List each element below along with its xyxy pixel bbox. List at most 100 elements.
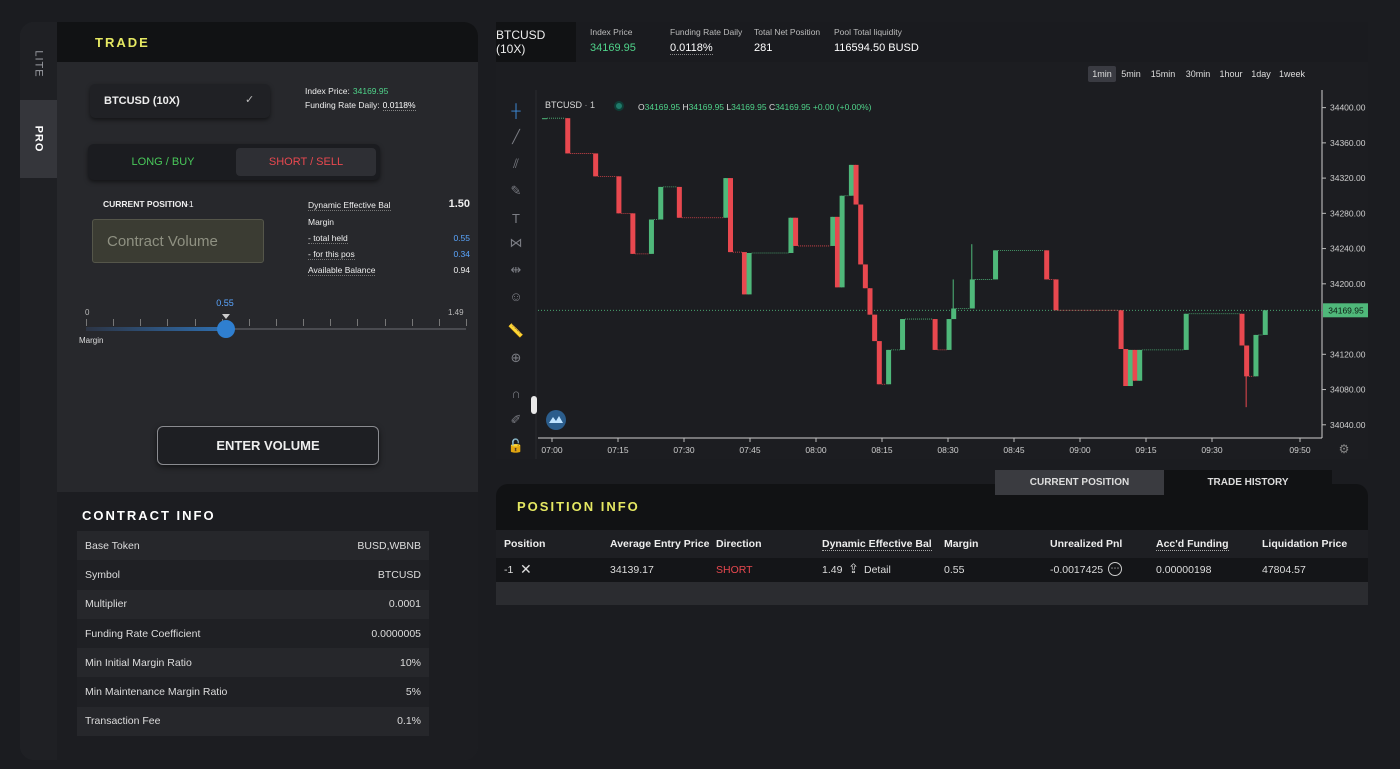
- available-balance-value: 0.94: [453, 265, 470, 275]
- dynamic-balance-value: 1.50: [448, 198, 470, 210]
- timeframe-1day[interactable]: 1day: [1250, 66, 1272, 82]
- slider-pointer-icon: [222, 314, 231, 319]
- timeframe-1min[interactable]: 1min: [1088, 66, 1116, 82]
- pair-select[interactable]: BTCUSD (10X) ✓: [90, 84, 270, 118]
- stat-value: 116594.50 BUSD: [834, 42, 919, 54]
- this-pos-value: 0.34: [453, 249, 470, 259]
- slider-tick: [303, 319, 305, 326]
- tab-current-position[interactable]: CURRENT POSITION: [995, 470, 1164, 495]
- candlestick-chart[interactable]: 34400.00 34360.00 34320.00 34280.00 34240.00…: [496, 62, 1368, 459]
- lock-drawing-icon[interactable]: ✐: [507, 411, 525, 429]
- emoji-icon[interactable]: ☺: [507, 287, 525, 305]
- magnet-icon[interactable]: ∩: [507, 384, 525, 402]
- row-label: Funding Rate Coefficient: [85, 627, 201, 640]
- funding-rate-mini-value: 0.0118%: [382, 100, 416, 111]
- ohlc-readout: O34169.95 H34169.95 L34169.95 C34169.95 …: [638, 102, 872, 112]
- toolbar-collapse-handle: [531, 396, 537, 414]
- ruler-icon[interactable]: 📏: [507, 322, 525, 340]
- total-held-value: 0.55: [453, 233, 470, 243]
- slider-tick: [466, 319, 467, 326]
- lock-icon[interactable]: 🔓: [507, 437, 525, 455]
- fib-tool-icon[interactable]: ⫽: [507, 155, 525, 173]
- last-price-label: 34169.95: [1328, 305, 1364, 315]
- y-tick-label: 34200.00: [1330, 279, 1366, 289]
- candle-body: [658, 186, 664, 220]
- trend-line-icon[interactable]: ╱: [507, 128, 525, 146]
- table-row: Symbol BTCUSD: [77, 560, 429, 590]
- col-accd-funding: Acc'd Funding: [1156, 538, 1229, 551]
- slider-tick: [276, 319, 277, 326]
- close-position-icon[interactable]: ✕: [520, 561, 532, 578]
- margin-slider-handle[interactable]: [217, 320, 236, 338]
- long-buy-button[interactable]: LONG / BUY: [92, 148, 234, 176]
- short-sell-button[interactable]: SHORT / SELL: [236, 148, 376, 176]
- slider-tick: [330, 319, 332, 326]
- position-info-title: POSITION INFO: [517, 499, 640, 514]
- side-toggle: LONG / BUY SHORT / SELL: [88, 144, 380, 180]
- avg-entry-value: 34139.17: [610, 564, 654, 576]
- contract-volume-input[interactable]: [92, 219, 264, 263]
- detail-link[interactable]: Detail: [864, 564, 891, 576]
- candle-body: [793, 217, 799, 246]
- x-tick-label: 07:30: [673, 445, 695, 455]
- candle-body: [746, 252, 752, 295]
- more-options-icon[interactable]: ⋯: [1108, 562, 1122, 576]
- candle-body: [969, 279, 975, 309]
- ohlc-close: 34169.95: [775, 102, 811, 112]
- table-row: Funding Rate Coefficient 0.0000005: [77, 618, 429, 649]
- y-tick-label: 34040.00: [1330, 420, 1366, 430]
- tab-pro[interactable]: PRO: [20, 100, 57, 178]
- candle-body: [886, 349, 892, 385]
- x-tick-label: 09:30: [1201, 445, 1223, 455]
- ohlc-open: 34169.95: [644, 102, 681, 112]
- share-icon[interactable]: ⇪: [848, 561, 859, 577]
- enter-volume-button[interactable]: ENTER VOLUME: [157, 426, 379, 465]
- y-tick-label: 34080.00: [1330, 385, 1366, 395]
- col-unrealized-pnl: Unrealized Pnl: [1050, 538, 1123, 550]
- price-chart[interactable]: 34400.00 34360.00 34320.00 34280.00 34240.00…: [496, 62, 1368, 459]
- available-balance-label: Available Balance: [308, 265, 376, 276]
- row-value: BUSD,WBNB: [357, 539, 421, 552]
- pair-tab[interactable]: BTCUSD (10X): [496, 22, 576, 62]
- row-label: Symbol: [85, 568, 121, 581]
- position-table-header: Position Average Entry Price Direction D…: [496, 530, 1368, 558]
- timeframe-15min[interactable]: 15min: [1149, 66, 1177, 82]
- chart-legend: BTCUSD · 1: [545, 100, 596, 110]
- chevron-down-icon: ✓: [245, 94, 255, 106]
- timeframe-1hour[interactable]: 1hour: [1218, 66, 1244, 82]
- row-label: Base Token: [85, 539, 140, 552]
- candle-body: [830, 216, 836, 246]
- prediction-tool-icon[interactable]: ⇹: [507, 261, 525, 279]
- timeframe-5min[interactable]: 5min: [1120, 66, 1142, 82]
- chart-settings-icon[interactable]: ⚙: [1339, 442, 1350, 456]
- candle-body: [1183, 313, 1189, 350]
- text-tool-icon[interactable]: T: [507, 209, 525, 227]
- brush-icon[interactable]: ✎: [507, 182, 525, 200]
- candle-body: [1239, 313, 1245, 346]
- funding-value: 0.00000198: [1156, 564, 1212, 576]
- timeframe-1week[interactable]: 1week: [1278, 66, 1306, 82]
- crosshair-icon[interactable]: ┼: [507, 101, 525, 119]
- chart-symbol: BTCUSD: [545, 100, 583, 110]
- zoom-in-icon[interactable]: ⊕: [507, 349, 525, 367]
- row-label: Min Initial Margin Ratio: [85, 656, 192, 669]
- pattern-tool-icon[interactable]: ⋈: [507, 234, 525, 252]
- col-direction: Direction: [716, 538, 762, 550]
- index-price-mini-value: 34169.95: [352, 86, 389, 96]
- margin-slider-fill: [86, 327, 227, 331]
- candle-body: [853, 164, 859, 205]
- candle-body: [848, 164, 854, 196]
- tab-trade-history[interactable]: TRADE HISTORY: [1164, 470, 1332, 495]
- slider-tick: [113, 319, 115, 326]
- stat-label: Total Net Position: [754, 27, 821, 37]
- row-value: 0.1%: [397, 715, 421, 728]
- row-value: 0.0001: [388, 598, 421, 611]
- table-row: -1 ✕ 34139.17 SHORT 1.49 ⇪ Detail 0.55 -…: [496, 558, 1368, 582]
- position-value: -1: [504, 564, 514, 576]
- slider-max-label: 1.49: [448, 308, 464, 317]
- index-price-mini-label: Index Price:: [305, 86, 350, 96]
- ohlc-high: 34169.95: [688, 102, 725, 112]
- timeframe-30min[interactable]: 30min: [1184, 66, 1212, 82]
- row-value: 5%: [405, 686, 421, 699]
- tab-lite[interactable]: LITE: [20, 34, 57, 94]
